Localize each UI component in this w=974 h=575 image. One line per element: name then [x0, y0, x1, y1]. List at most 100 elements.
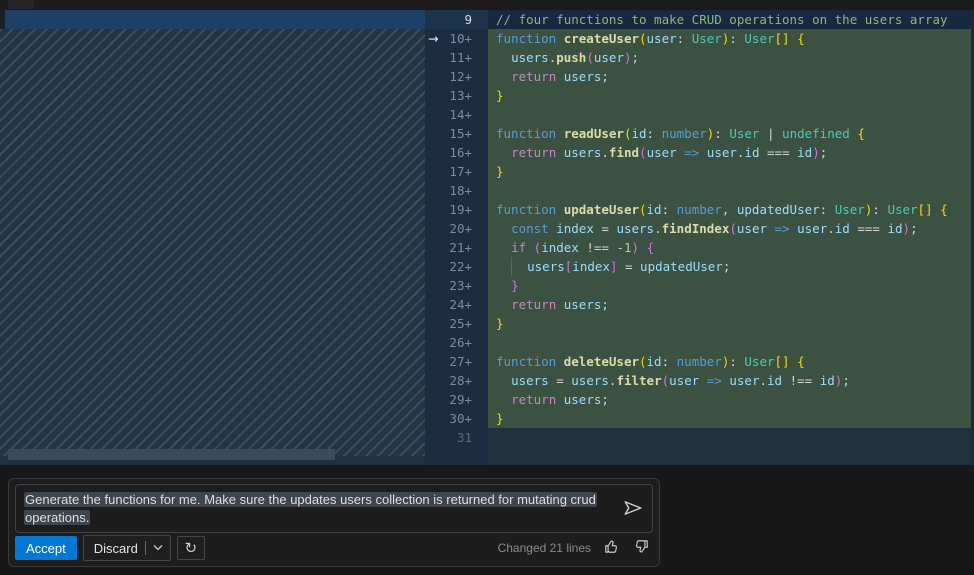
code-token: ( — [639, 202, 647, 217]
code-line: } — [488, 86, 974, 105]
code-token: ; — [820, 145, 828, 160]
code-token: user — [647, 31, 677, 46]
code-token: push — [556, 50, 586, 65]
code-token — [556, 297, 564, 312]
code-line: if (index !== -1) { — [488, 238, 974, 257]
code-token: : — [677, 31, 692, 46]
line-number-text: 27+ — [449, 354, 472, 369]
line-number: 27+ — [425, 352, 488, 371]
code-token — [496, 278, 511, 293]
rerun-button[interactable]: ↻ — [177, 536, 205, 560]
code-token: user — [707, 145, 737, 160]
code-token: number — [662, 126, 707, 141]
line-number-text: 31 — [457, 430, 472, 445]
code-token: === — [850, 221, 888, 236]
line-number-text: 9 — [464, 12, 472, 27]
code-token: ; — [601, 297, 609, 312]
code-token: id — [797, 145, 812, 160]
code-token: user — [729, 373, 759, 388]
code-token: User — [835, 202, 865, 217]
line-number: 13+ — [425, 86, 488, 105]
code-token: users — [511, 373, 549, 388]
code-token: number — [677, 202, 722, 217]
code-line: users.push(user); — [488, 48, 974, 67]
line-number: 29+ — [425, 390, 488, 409]
line-number-text: 17+ — [449, 164, 472, 179]
code-token: ) — [903, 221, 911, 236]
code-token: user — [669, 373, 699, 388]
code-token: . — [601, 145, 609, 160]
code-token: number — [677, 354, 722, 369]
chevron-down-icon[interactable] — [153, 545, 163, 551]
send-button[interactable] — [622, 499, 644, 519]
discard-button[interactable]: Discard — [83, 535, 171, 561]
line-number-text: 25+ — [449, 316, 472, 331]
line-number: 31 — [425, 428, 488, 447]
code-token: id — [647, 354, 662, 369]
code-token — [556, 392, 564, 407]
code-token: } — [496, 316, 504, 331]
changed-lines-label: Changed 21 lines — [498, 541, 591, 555]
code-line — [488, 428, 974, 447]
code-token: ; — [632, 50, 640, 65]
thumbs-down-button[interactable] — [629, 537, 653, 559]
chat-input[interactable]: Generate the functions for me. Make sure… — [15, 484, 653, 533]
code-token — [790, 31, 798, 46]
code-token — [556, 145, 564, 160]
line-number-text: 13+ — [449, 88, 472, 103]
code-token: } — [496, 411, 504, 426]
code-token: [] — [775, 354, 790, 369]
line-number-text: 10+ — [449, 31, 472, 46]
chat-actions-bar: Accept Discard ↻ Changed 21 lines — [15, 536, 653, 560]
original-comment-line: // four functions to make CRUD operation… — [0, 10, 425, 29]
code-token: = — [549, 373, 572, 388]
code-token: : — [647, 126, 662, 141]
code-token — [496, 373, 511, 388]
code-line — [488, 181, 974, 200]
code-line: return users.find(user => user.id === id… — [488, 143, 974, 162]
code-token: filter — [616, 373, 661, 388]
accept-button[interactable]: Accept — [15, 536, 77, 560]
line-number-text: 28+ — [449, 373, 472, 388]
code-token: { — [797, 354, 805, 369]
code-token: = — [617, 259, 640, 274]
thumbs-up-button[interactable] — [599, 537, 623, 559]
code-token — [512, 259, 527, 274]
vscode-inline-diff-screen: // four functions to make CRUD operation… — [0, 0, 974, 575]
top-strip — [0, 0, 974, 10]
code-token: : — [729, 354, 744, 369]
code-token: user — [647, 145, 677, 160]
revert-arrow-icon[interactable]: → — [428, 29, 438, 48]
code-token — [496, 50, 511, 65]
code-line: return users; — [488, 67, 974, 86]
line-number-text: 15+ — [449, 126, 472, 141]
code-token: ) — [624, 50, 632, 65]
code-line: } — [488, 276, 974, 295]
code-token — [496, 221, 511, 236]
code-line: function readUser(id: number): User | un… — [488, 124, 974, 143]
code-token: readUser — [564, 126, 624, 141]
code-token: : — [820, 202, 835, 217]
code-token: ; — [723, 259, 731, 274]
code-line — [488, 105, 974, 124]
code-token — [496, 259, 511, 274]
code-token: User — [744, 31, 774, 46]
horizontal-scrollbar[interactable] — [8, 449, 335, 460]
code-token: return — [511, 69, 556, 84]
original-pane[interactable]: // four functions to make CRUD operation… — [0, 10, 425, 465]
line-number: 14+ — [425, 105, 488, 124]
code-token: . — [759, 373, 767, 388]
line-number-text: 26+ — [449, 335, 472, 350]
code-line: function updateUser(id: number, updatedU… — [488, 200, 974, 219]
line-number: 11+ — [425, 48, 488, 67]
code-token — [639, 240, 647, 255]
code-token: . — [654, 221, 662, 236]
diff-editor: // four functions to make CRUD operation… — [0, 10, 974, 465]
line-number-text: 21+ — [449, 240, 472, 255]
code-token: : — [729, 31, 744, 46]
code-token: updatedUser — [640, 259, 723, 274]
code-token: const — [511, 221, 549, 236]
code-token: | — [759, 126, 782, 141]
modified-pane[interactable]: // four functions to make CRUD operation… — [488, 10, 974, 465]
code-token: ( — [586, 50, 594, 65]
